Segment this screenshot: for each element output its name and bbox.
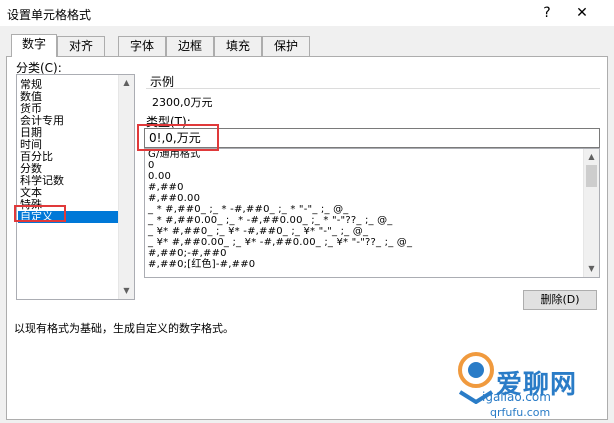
delete-button[interactable]: 删除(D) [523, 290, 597, 310]
format-item[interactable]: _ * #,##0.00_ ;_ * -#,##0.00_ ;_ * "-"??… [148, 215, 393, 226]
category-item-number[interactable]: 数值 [18, 91, 119, 103]
category-item-date[interactable]: 日期 [18, 127, 119, 139]
category-item-time[interactable]: 时间 [18, 139, 119, 151]
hint-text: 以现有格式为基础，生成自定义的数字格式。 [14, 322, 234, 335]
watermark: 爱聊网 igaliao.com qrfufu.com [444, 342, 614, 423]
format-list[interactable]: G/通用格式 0 0.00 #,##0 #,##0.00 _ * #,##0_ … [144, 148, 600, 278]
tab-alignment[interactable]: 对齐 [57, 36, 105, 56]
format-item[interactable]: #,##0 [148, 182, 184, 193]
category-item-currency[interactable]: 货币 [18, 103, 119, 115]
scroll-up-icon[interactable]: ▲ [584, 149, 599, 165]
category-item-accounting[interactable]: 会计专用 [18, 115, 119, 127]
category-item-scientific[interactable]: 科学记数 [18, 175, 119, 187]
sample-value: 2300,0万元 [152, 96, 213, 109]
tab-protection[interactable]: 保护 [262, 36, 310, 56]
watermark-domain-alt: qrfufu.com [490, 406, 551, 419]
format-item[interactable]: #,##0;-#,##0 [148, 248, 227, 259]
format-item[interactable]: 0 [148, 160, 155, 171]
tab-font[interactable]: 字体 [118, 36, 166, 56]
format-scrollbar[interactable]: ▲ ▼ [583, 149, 599, 277]
category-scrollbar[interactable]: ▲ ▼ [118, 75, 134, 299]
scroll-down-icon[interactable]: ▼ [584, 261, 599, 277]
dialog-title: 设置单元格格式 [7, 8, 92, 22]
help-button[interactable]: ? [537, 3, 557, 23]
category-item-percentage[interactable]: 百分比 [18, 151, 119, 163]
title-bar: 设置单元格格式 ? ✕ [0, 0, 614, 26]
scroll-thumb[interactable] [586, 165, 597, 187]
format-item[interactable]: _ * #,##0_ ;_ * -#,##0_ ;_ * "-"_ ;_ @_ [148, 204, 348, 215]
category-list[interactable]: 常规 数值 货币 会计专用 日期 时间 百分比 分数 科学记数 文本 特殊 自定… [16, 74, 135, 300]
sample-group-line [146, 88, 600, 89]
scroll-down-icon[interactable]: ▼ [119, 283, 134, 299]
watermark-domain: igaliao.com [482, 390, 551, 404]
format-item[interactable]: _ ¥* #,##0.00_ ;_ ¥* -#,##0.00_ ;_ ¥* "-… [148, 237, 412, 248]
category-item-text[interactable]: 文本 [18, 187, 119, 199]
type-highlight-box [137, 124, 219, 151]
custom-highlight-box [14, 205, 66, 222]
format-item[interactable]: _ ¥* #,##0_ ;_ ¥* -#,##0_ ;_ ¥* "-"_ ;_ … [148, 226, 368, 237]
tab-fill[interactable]: 填充 [214, 36, 262, 56]
format-item[interactable]: #,##0.00 [148, 193, 200, 204]
format-item[interactable]: 0.00 [148, 171, 171, 182]
close-button[interactable]: ✕ [570, 3, 594, 23]
format-item[interactable]: #,##0;[红色]-#,##0 [148, 259, 255, 270]
tab-number[interactable]: 数字 [11, 34, 57, 57]
category-item-fraction[interactable]: 分数 [18, 163, 119, 175]
tab-border[interactable]: 边框 [166, 36, 214, 56]
category-item-general[interactable]: 常规 [18, 79, 119, 91]
scroll-up-icon[interactable]: ▲ [119, 75, 134, 91]
